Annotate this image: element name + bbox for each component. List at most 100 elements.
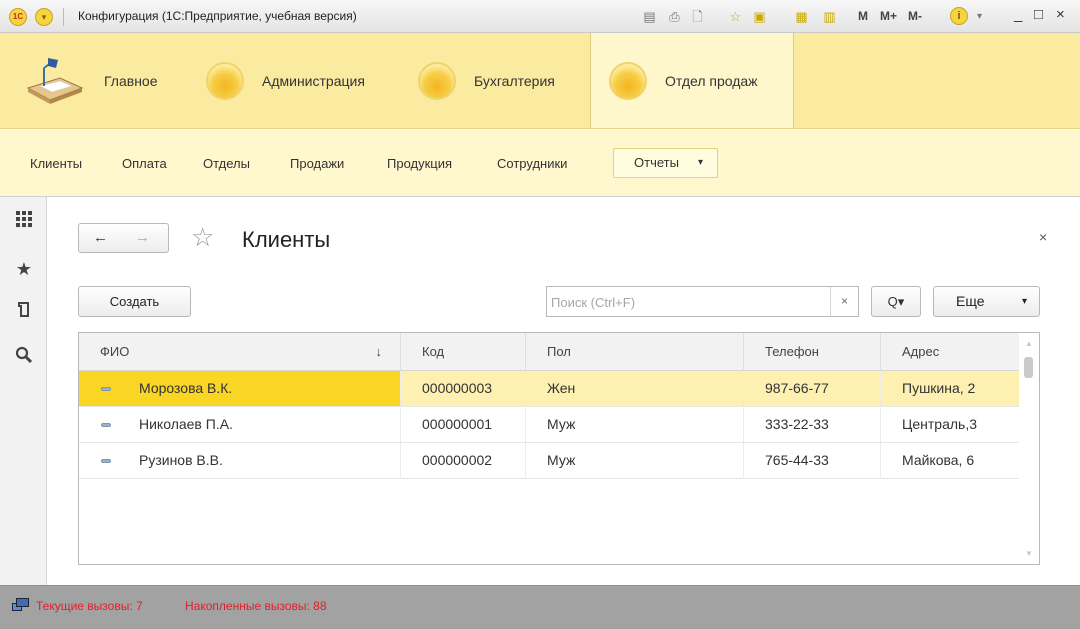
cell-fio: Морозова В.К. (79, 371, 401, 406)
back-button[interactable]: ← (93, 229, 108, 246)
sort-down-icon: ↓ (375, 344, 383, 359)
search-icon[interactable] (12, 346, 36, 370)
create-button[interactable]: Создать (78, 286, 191, 317)
search-input[interactable] (551, 291, 821, 313)
section-main[interactable]: Главное (22, 33, 182, 128)
command-employees[interactable]: Сотрудники (497, 156, 567, 171)
catalog-item-icon (101, 459, 111, 463)
column-header-label: ФИО (100, 344, 130, 359)
cell-phone: 765-44-33 (744, 443, 881, 478)
more-label: Еще (956, 293, 985, 309)
navigation-buttons: ← → (78, 223, 169, 253)
column-header-address[interactable]: Адрес (881, 333, 1020, 371)
orb-icon (418, 61, 456, 100)
sections-panel: Главное Администрация Бухгалтерия Отдел … (0, 33, 1080, 129)
favorite-star-icon[interactable]: ☆ (191, 222, 214, 252)
memory-plus-button[interactable]: M+ (880, 9, 897, 23)
favorites-icon[interactable]: ▣ (750, 7, 769, 26)
scroll-up-icon[interactable]: ▲ (1025, 339, 1033, 348)
status-bar: Текущие вызовы: 7 Накопленные вызовы: 88 (0, 585, 1080, 629)
clear-search-button[interactable]: × (830, 287, 858, 316)
star-icon[interactable]: ★ (12, 257, 36, 281)
apps-grid-icon[interactable] (12, 210, 36, 234)
chevron-down-icon: ▾ (1021, 296, 1027, 307)
cell-address: Централь,3 (902, 416, 977, 432)
main-menu-button[interactable]: ▾ (35, 8, 53, 26)
title-bar: 1С ▾ Конфигурация (1С:Предприятие, учебн… (0, 0, 1080, 33)
cell-code: 000000002 (401, 443, 526, 478)
orb-icon (206, 61, 244, 100)
section-accounting[interactable]: Бухгалтерия (418, 33, 578, 128)
table-row[interactable]: Морозова В.К. 000000003 Жен 987-66-77 Пу… (79, 371, 1020, 407)
table-row[interactable]: Рузинов В.В. 000000002 Муж 765-44-33 Май… (79, 443, 1020, 479)
minimize-button[interactable]: _ (1014, 6, 1022, 23)
performance-monitor-icon[interactable] (12, 598, 30, 614)
column-header-phone[interactable]: Телефон (744, 333, 881, 371)
clients-table: ФИО ↓ Код Пол Телефон Адрес Морозова В.К… (78, 332, 1040, 565)
cell-address: Майкова, 6 (902, 452, 975, 468)
search-options-button[interactable]: Q▾ (871, 286, 921, 317)
more-button[interactable]: Еще ▾ (933, 286, 1040, 317)
catalog-item-icon (101, 387, 111, 391)
section-commands-bar: Клиенты Оплата Отделы Продажи Продукция … (0, 129, 1080, 197)
window-title: Конфигурация (1С:Предприятие, учебная ве… (78, 9, 357, 23)
reports-menu-button[interactable]: Отчеты ▾ (613, 148, 718, 178)
left-tools-panel: ★ (0, 197, 47, 585)
desk-lamp-icon (26, 57, 84, 104)
calculator-icon[interactable]: ▦ (792, 7, 811, 26)
section-label-main: Главное (104, 72, 158, 89)
close-form-button[interactable]: × (1039, 229, 1047, 245)
cell-code: 000000003 (401, 371, 526, 406)
section-sales-department[interactable]: Отдел продаж (590, 33, 794, 128)
section-label-accounting: Бухгалтерия (474, 72, 555, 89)
cell-phone: 987-66-77 (744, 371, 881, 406)
cell-fio-text: Рузинов В.В. (139, 452, 223, 468)
forward-button[interactable]: → (135, 229, 150, 246)
command-clients[interactable]: Клиенты (30, 156, 82, 171)
form-title: Клиенты (242, 227, 331, 252)
title-separator (63, 8, 64, 26)
cell-sex: Жен (526, 371, 744, 406)
column-header-code[interactable]: Код (401, 333, 526, 371)
chevron-down-icon: ▾ (698, 157, 704, 168)
scrollbar-thumb[interactable] (1024, 357, 1033, 378)
info-dropdown-icon[interactable]: ▾ (970, 7, 989, 26)
column-header-fio[interactable]: ФИО ↓ (79, 333, 401, 371)
memory-minus-button[interactable]: M- (908, 9, 922, 23)
print-icon[interactable]: ⎙ (665, 7, 684, 26)
cell-fio: Николаев П.А. (79, 407, 401, 442)
maximize-button[interactable]: □ (1034, 6, 1043, 23)
column-header-sex[interactable]: Пол (526, 333, 744, 371)
table-row[interactable]: Николаев П.А. 000000001 Муж 333-22-33 Це… (79, 407, 1020, 443)
scroll-down-icon[interactable]: ▼ (1025, 549, 1033, 558)
section-label-administration: Администрация (262, 72, 365, 89)
info-icon[interactable]: i (950, 7, 968, 25)
command-payment[interactable]: Оплата (122, 156, 167, 171)
history-icon[interactable] (12, 301, 36, 325)
cell-fio-text: Морозова В.К. (139, 380, 233, 396)
memory-m-button[interactable]: M (858, 9, 868, 23)
section-label-sales-department: Отдел продаж (665, 72, 758, 89)
command-sales[interactable]: Продажи (290, 156, 344, 171)
command-departments[interactable]: Отделы (203, 156, 250, 171)
search-field: × (546, 286, 859, 317)
vertical-scrollbar[interactable]: ▲ ▼ (1019, 333, 1039, 564)
cell-code: 000000001 (401, 407, 526, 442)
save-icon[interactable]: ▤ (640, 7, 659, 26)
current-calls-text[interactable]: Текущие вызовы: 7 (36, 599, 143, 613)
favorite-add-icon[interactable]: ☆ (726, 7, 745, 26)
search-options-icon: Q▾ (887, 294, 905, 309)
orb-icon (609, 61, 647, 100)
accumulated-calls-text[interactable]: Накопленные вызовы: 88 (185, 599, 327, 613)
preview-icon[interactable]: 🗋 (688, 7, 707, 26)
reports-label: Отчеты (634, 155, 679, 170)
close-window-button[interactable]: × (1056, 6, 1065, 23)
command-products[interactable]: Продукция (387, 156, 452, 171)
cell-address: Пушкина, 2 (902, 380, 976, 396)
calendar-icon[interactable]: ▥ (820, 7, 839, 26)
cell-sex: Муж (526, 407, 744, 442)
1c-logo-icon[interactable]: 1С (9, 8, 27, 26)
section-administration[interactable]: Администрация (206, 33, 396, 128)
cell-fio-text: Николаев П.А. (139, 416, 233, 432)
cell-fio: Рузинов В.В. (79, 443, 401, 478)
